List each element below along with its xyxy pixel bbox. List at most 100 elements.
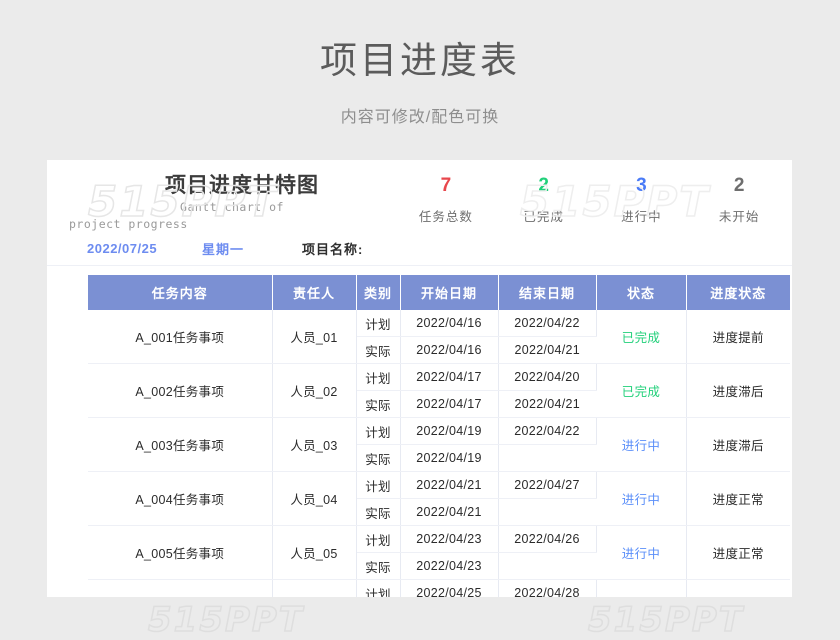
cell-actual-end — [498, 498, 596, 526]
cell-kind-plan: 计划 — [356, 417, 401, 445]
cell-kind-actual: 实际 — [356, 444, 401, 472]
cell-progress-state: 进度滞后 — [686, 417, 790, 472]
stat-inprogress-value: 3 — [636, 175, 647, 196]
stat-completed-value: 2 — [538, 175, 549, 196]
stat-inprogress: 3 进行中 — [593, 174, 691, 225]
cell-plan-start: 2022/04/23 — [400, 525, 499, 553]
col-status: 状态 — [595, 275, 687, 310]
cell-task: A_002任务事项 — [88, 363, 273, 418]
current-weekday: 星期一 — [202, 242, 245, 257]
table-row[interactable]: A_005任务事项 人员_05 计划 2022/04/23 2022/04/26 进行中进… — [88, 525, 790, 580]
table-row[interactable]: A_004任务事项 人员_04 计划 2022/04/21 2022/04/27 进行中进… — [88, 471, 790, 526]
current-date: 2022/07/25 — [87, 241, 158, 256]
page-subtitle: 内容可修改/配色可换 — [340, 109, 500, 127]
table-header-row: 任务内容 责任人 类别 开始日期 结束日期 状态 进度状态 — [88, 275, 790, 310]
page-header: 项目进度表 内容可修改/配色可换 — [0, 0, 840, 127]
cell-plan-end: 2022/04/27 — [498, 471, 597, 499]
meta-row: 2022/07/25 星期一 项目名称: — [47, 232, 792, 266]
cell-kind-actual: 实际 — [356, 498, 401, 526]
cell-kind-plan: 计划 — [356, 471, 401, 499]
cell-owner: 人员_01 — [272, 310, 357, 364]
cell-kind-plan: 计划 — [356, 525, 401, 553]
page-title: 项目进度表 — [320, 40, 520, 81]
card-bottom-clip — [0, 597, 840, 637]
table-row[interactable]: A_001任务事项 人员_01 计划 2022/04/16 2022/04/22 已完成进… — [88, 310, 790, 364]
stat-inprogress-label: 进行中 — [621, 209, 662, 224]
stat-notstarted-label: 未开始 — [718, 209, 760, 224]
cell-status: 已完成 — [596, 363, 687, 418]
table-body: A_001任务事项 人员_01 计划 2022/04/16 2022/04/22 已完成进… — [88, 310, 790, 597]
cell-owner: 人员_05 — [272, 525, 357, 580]
cell-plan-start: 2022/04/16 — [400, 310, 499, 337]
cell-actual-end: 2022/04/21 — [498, 336, 596, 364]
stat-total-value: 7 — [440, 175, 452, 196]
table-row[interactable]: A_006任务事项人员_06计划2022/04/252022/04/28未开始进… — [88, 579, 790, 597]
col-task: 任务内容 — [88, 275, 273, 310]
cell-plan-start: 2022/04/21 — [400, 471, 499, 499]
cell-plan-start: 2022/04/25 — [400, 579, 499, 597]
cell-progress-state: 进度正常 — [686, 525, 790, 580]
cell-plan-end: 2022/04/22 — [498, 310, 597, 337]
stat-total-label: 任务总数 — [418, 209, 473, 224]
stat-notstarted: 2 未开始 — [690, 174, 788, 225]
col-progress-state: 进度状态 — [685, 275, 790, 310]
cell-actual-end: 2022/04/21 — [498, 390, 596, 418]
cell-actual-start: 2022/04/19 — [400, 444, 499, 472]
cell-owner: 人员_06 — [272, 579, 357, 597]
gantt-subtitle: Gantt chart of project progress — [69, 199, 347, 232]
cell-task: A_004任务事项 — [88, 471, 273, 526]
stat-completed: 2 已完成 — [495, 174, 593, 225]
stat-completed-label: 已完成 — [523, 209, 564, 224]
cell-actual-start: 2022/04/17 — [400, 390, 499, 418]
cell-actual-end — [498, 444, 596, 472]
cell-actual-start: 2022/04/23 — [400, 552, 499, 580]
cell-task: A_006任务事项 — [88, 579, 273, 597]
col-end-date: 结束日期 — [497, 275, 597, 310]
cell-kind-actual: 实际 — [356, 336, 401, 364]
cell-owner: 人员_03 — [272, 417, 357, 472]
cell-plan-end: 2022/04/22 — [498, 417, 597, 445]
cell-status: 已完成 — [596, 310, 687, 364]
cell-task: A_005任务事项 — [88, 525, 273, 580]
cell-progress-state: 进度正常 — [686, 471, 790, 526]
cell-progress-state: 进度提前 — [686, 310, 790, 364]
cell-plan-start: 2022/04/19 — [400, 417, 499, 445]
cell-task: A_001任务事项 — [88, 310, 273, 364]
col-owner: 责任人 — [271, 275, 357, 310]
cell-status: 进行中 — [596, 471, 687, 526]
cell-plan-end: 2022/04/20 — [498, 363, 597, 391]
cell-kind-actual: 实际 — [356, 552, 401, 580]
stat-total: 7 任务总数 — [397, 174, 495, 225]
table-wrapper: 任务内容 责任人 类别 开始日期 结束日期 状态 进度状态 A_001任务事项人… — [47, 266, 792, 597]
stats-bar: 7 任务总数 2 已完成 3 进行中 2 未开始 — [397, 174, 792, 225]
cell-status: 进行中 — [596, 417, 687, 472]
cell-plan-end: 2022/04/26 — [498, 525, 597, 553]
cell-plan-end: 2022/04/28 — [498, 579, 597, 597]
cell-kind-actual: 实际 — [356, 390, 401, 418]
card-top-band: 项目进度甘特图 Gantt chart of project progress … — [47, 160, 792, 232]
table-row[interactable]: A_003任务事项 人员_03 计划 2022/04/19 2022/04/22 进行中进… — [88, 417, 790, 472]
project-name-label: 项目名称: — [302, 242, 364, 257]
cell-kind-plan: 计划 — [356, 310, 401, 337]
gantt-subtitle-line2: project progress — [69, 216, 188, 231]
cell-task: A_003任务事项 — [88, 417, 273, 472]
col-kind: 类别 — [355, 275, 401, 310]
col-start-date: 开始日期 — [399, 275, 499, 310]
cell-owner: 人员_02 — [272, 363, 357, 418]
gantt-table: 任务内容 责任人 类别 开始日期 结束日期 状态 进度状态 A_001任务事项人… — [88, 275, 790, 597]
gantt-title-block: 项目进度甘特图 Gantt chart of project progress — [47, 170, 397, 233]
cell-status: 进行中 — [596, 525, 687, 580]
gantt-card: 项目进度甘特图 Gantt chart of project progress … — [47, 160, 792, 597]
cell-kind-plan: 计划 — [356, 579, 401, 597]
cell-actual-end — [498, 552, 596, 580]
cell-owner: 人员_04 — [272, 471, 357, 526]
cell-actual-start: 2022/04/21 — [400, 498, 499, 526]
cell-actual-start: 2022/04/16 — [400, 336, 499, 364]
cell-plan-start: 2022/04/17 — [400, 363, 499, 391]
gantt-title: 项目进度甘特图 — [165, 174, 319, 197]
cell-kind-plan: 计划 — [356, 363, 401, 391]
gantt-subtitle-line1: Gantt chart of — [180, 200, 284, 215]
cell-progress-state: 进度滞后 — [686, 363, 790, 418]
stat-notstarted-value: 2 — [733, 175, 745, 196]
table-row[interactable]: A_002任务事项 人员_02 计划 2022/04/17 2022/04/20 已完成进… — [88, 363, 790, 418]
